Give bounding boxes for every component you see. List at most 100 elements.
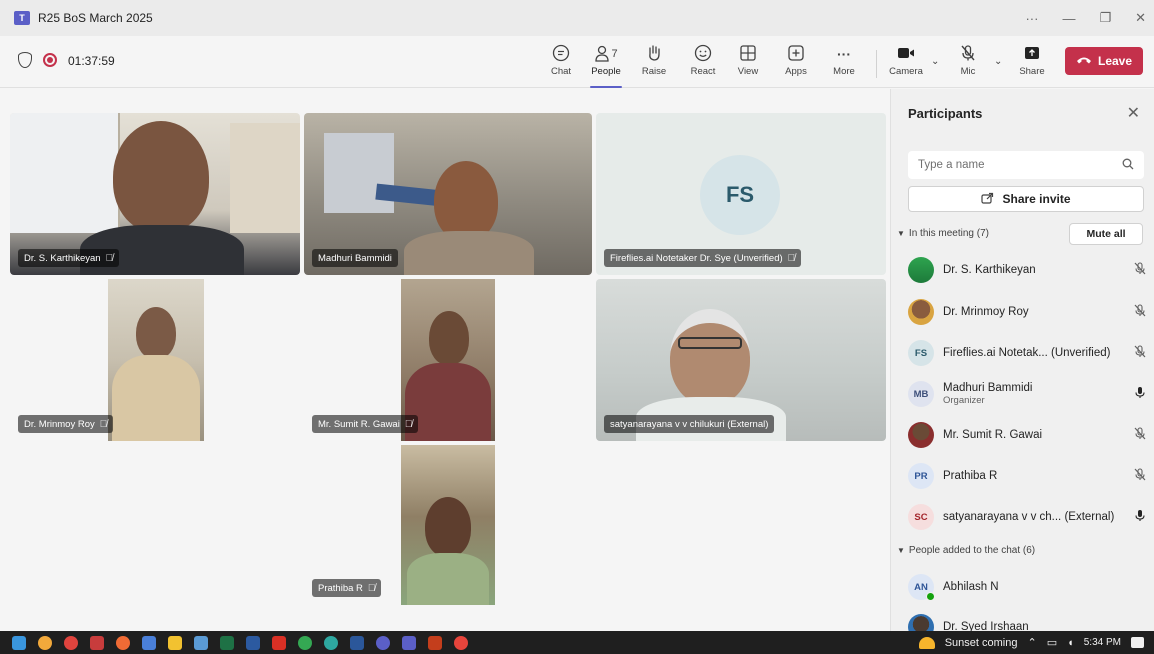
clock[interactable]: 5:34 PM [1084, 637, 1121, 648]
network-icon[interactable]: ▭ [1047, 636, 1057, 649]
close-window-icon[interactable]: ✕ [1135, 10, 1146, 26]
recording-icon [43, 53, 57, 67]
person-body [404, 231, 534, 275]
smile-icon [694, 44, 712, 64]
window-blinds [324, 133, 394, 213]
minimize-icon[interactable]: — [1062, 11, 1075, 26]
participant-row[interactable]: Mr. Sumit R. Gawai [908, 417, 1148, 453]
participant-row[interactable]: FS Fireflies.ai Notetak... (Unverified) [908, 335, 1148, 371]
weather-notice[interactable]: Sunset coming [945, 637, 1018, 649]
close-panel-icon[interactable]: ✕ [1127, 103, 1140, 123]
app-icon[interactable] [376, 635, 390, 650]
person-head [113, 121, 209, 233]
video-stage: Dr. S. Karthikeyan 🎙̸ Madhuri Bammidi FS … [0, 89, 890, 631]
photoshop-icon[interactable] [246, 635, 260, 650]
participant-row[interactable]: MB Madhuri Bammidi Organizer [908, 376, 1148, 412]
hand-icon [646, 44, 662, 64]
meeting-timer: 01:37:59 [68, 54, 115, 68]
participants-panel: Participants ✕ Share invite ▼ In this me… [890, 89, 1154, 631]
participant-row[interactable]: AN Abhilash N [908, 569, 1148, 605]
participant-search[interactable] [908, 151, 1144, 179]
excel-icon[interactable] [220, 635, 234, 650]
view-button[interactable]: View [728, 44, 768, 84]
add-app-icon [787, 44, 805, 64]
mic-options-chevron-icon[interactable]: ⌄ [994, 56, 1002, 67]
chat-section-header[interactable]: ▼ People added to the chat (6) [897, 545, 1035, 556]
avatar: FS [908, 340, 934, 366]
participant-row[interactable]: SC satyanarayana v v ch... (External) [908, 499, 1148, 535]
system-tray: Sunset coming ⌃ ▭ ◖ 5:34 PM [918, 631, 1144, 654]
people-button[interactable]: 7 People [586, 44, 626, 88]
start-icon[interactable] [12, 635, 26, 650]
notification-icon[interactable] [1131, 637, 1144, 648]
react-button[interactable]: React [683, 44, 723, 84]
participant-row[interactable]: Dr. S. Karthikeyan [908, 252, 1148, 288]
video-tile[interactable]: FS Fireflies.ai Notetaker Dr. Sye (Unver… [596, 113, 886, 275]
video-tile[interactable]: Dr. S. Karthikeyan 🎙̸ [10, 113, 300, 275]
more-options-icon[interactable]: ··· [1025, 11, 1038, 26]
person-head [670, 309, 750, 405]
teams-icon[interactable] [402, 635, 416, 650]
hang-up-icon [1076, 54, 1092, 68]
weather-icon [918, 636, 935, 649]
windows-taskbar: Sunset coming ⌃ ▭ ◖ 5:34 PM [0, 631, 1154, 654]
camera-button[interactable]: Camera [886, 44, 926, 84]
video-tile[interactable]: satyanarayana v v chilukuri (External) [596, 279, 886, 441]
app-icon[interactable] [38, 635, 52, 650]
title-bar: T R25 BoS March 2025 ··· — ❐ ✕ [0, 0, 1154, 36]
toolbar-divider [876, 50, 877, 78]
camera-options-chevron-icon[interactable]: ⌄ [931, 56, 939, 67]
tile-name-tag: Mr. Sumit R. Gawai 🎙̸ [312, 415, 419, 433]
word-icon[interactable] [350, 635, 364, 650]
apps-button[interactable]: Apps [776, 44, 816, 84]
video-tile[interactable]: Prathiba R 🎙̸ [304, 445, 592, 605]
wall-board [230, 123, 300, 233]
glasses [678, 337, 742, 349]
participant-row[interactable]: PR Prathiba R [908, 458, 1148, 494]
mic-off-icon: 🎙̸ [787, 252, 796, 264]
person-head [434, 161, 498, 241]
chrome-icon[interactable] [454, 635, 468, 650]
acrobat-icon[interactable] [272, 635, 286, 650]
chrome-icon[interactable] [64, 635, 78, 650]
app-icon[interactable] [168, 635, 182, 650]
chat-button[interactable]: Chat [541, 44, 581, 84]
search-input[interactable] [918, 159, 1122, 171]
raise-hand-button[interactable]: Raise [634, 44, 674, 84]
share-button[interactable]: Share [1012, 44, 1052, 84]
organizer-label: Organizer [943, 395, 985, 406]
shield-icon [18, 52, 32, 68]
mic-button[interactable]: Mic [948, 44, 988, 84]
app-icon[interactable] [142, 635, 156, 650]
restore-icon[interactable]: ❐ [1099, 10, 1111, 26]
more-button[interactable]: ··· More [824, 44, 864, 84]
video-tile[interactable]: Mr. Sumit R. Gawai 🎙̸ [304, 279, 592, 441]
video-tile[interactable]: Madhuri Bammidi [304, 113, 592, 275]
app-icon[interactable] [298, 635, 312, 650]
in-meeting-section-header[interactable]: ▼ In this meeting (7) [897, 228, 989, 239]
participant-row[interactable]: Dr. Mrinmoy Roy [908, 294, 1148, 330]
teams-logo-icon: T [14, 11, 30, 25]
search-icon [1122, 158, 1134, 173]
share-icon [981, 192, 994, 207]
person-head [429, 311, 469, 365]
share-invite-button[interactable]: Share invite [908, 186, 1144, 212]
mic-off-icon [1132, 345, 1148, 361]
app-icon[interactable] [90, 635, 104, 650]
powerpoint-icon[interactable] [428, 635, 442, 650]
participant-row[interactable]: Dr. Syed Irshaan [908, 609, 1148, 631]
whiteboard [10, 113, 120, 233]
person-head [425, 497, 471, 557]
mute-all-button[interactable]: Mute all [1069, 223, 1143, 245]
avatar: PR [908, 463, 934, 489]
edge-icon[interactable] [324, 635, 338, 650]
tile-name-tag: Madhuri Bammidi [312, 249, 398, 267]
folder-icon[interactable] [194, 635, 208, 650]
mic-off-icon: 🎙̸ [99, 418, 108, 430]
app-icon[interactable] [116, 635, 130, 650]
leave-button[interactable]: Leave [1065, 47, 1143, 75]
tray-overflow-icon[interactable]: ⌃ [1027, 636, 1036, 649]
online-status-badge [926, 592, 935, 601]
volume-icon[interactable]: ◖ [1067, 637, 1074, 649]
video-tile[interactable]: Dr. Mrinmoy Roy 🎙̸ [10, 279, 300, 441]
